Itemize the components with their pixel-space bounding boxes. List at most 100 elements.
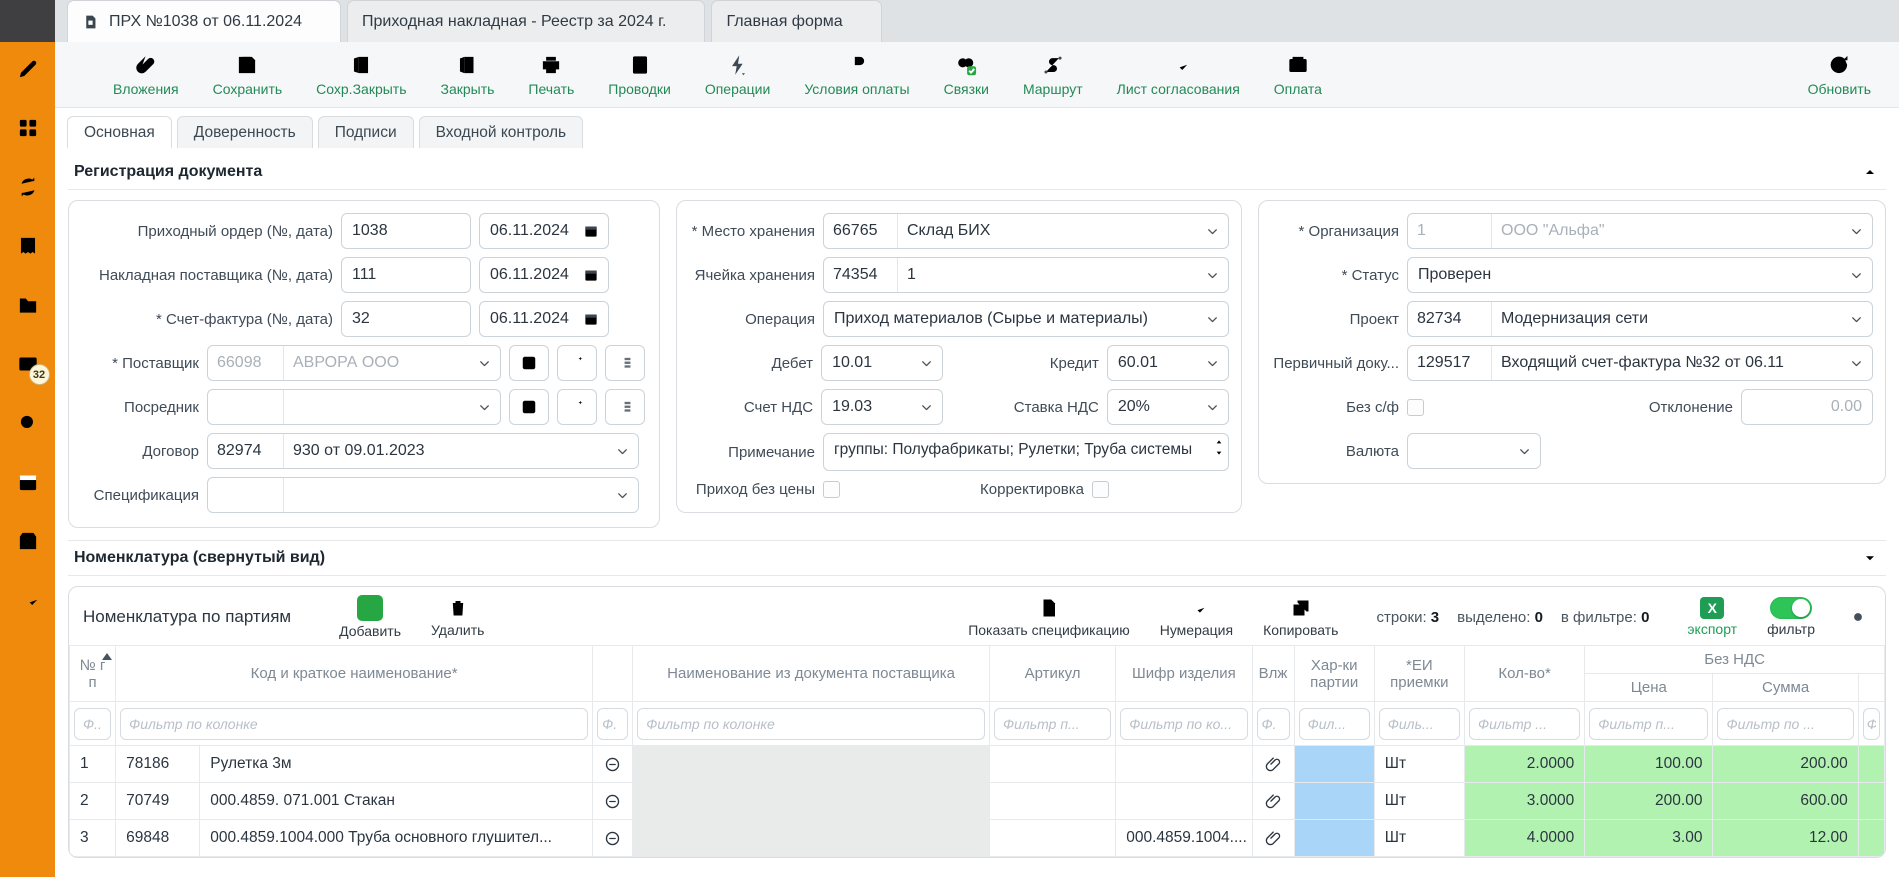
- cell-attach[interactable]: [1252, 783, 1294, 820]
- route-button[interactable]: Маршрут: [1023, 52, 1083, 97]
- nomenclature-section-header[interactable]: Номенклатура (свернутый вид): [68, 540, 1886, 576]
- col-header-attach[interactable]: Влж: [1252, 646, 1294, 702]
- cell-sum[interactable]: 200.00: [1713, 746, 1858, 783]
- note-field[interactable]: группы: Полуфабрикаты; Рулетки; Труба си…: [823, 433, 1229, 471]
- edit-icon[interactable]: [15, 56, 41, 82]
- chevron-down-icon[interactable]: [919, 400, 934, 415]
- filter-link-input[interactable]: [597, 708, 628, 740]
- payment-terms-button[interactable]: Условия оплаты: [804, 52, 909, 97]
- supplier-tree-button[interactable]: [605, 345, 645, 381]
- cell-code[interactable]: 70749: [116, 783, 200, 820]
- calendar-icon[interactable]: [582, 222, 600, 240]
- primary-doc-combo[interactable]: 129517 Входящий счет-фактура №32 от 06.1…: [1407, 345, 1873, 381]
- table-row[interactable]: 3 69848 000.4859.1004.000 Труба основног…: [70, 820, 1885, 857]
- receipt-order-number-field[interactable]: [341, 213, 471, 249]
- scroll-down-icon[interactable]: [1214, 449, 1224, 457]
- chevron-down-icon[interactable]: [615, 444, 630, 459]
- vat-rate-select[interactable]: 20%: [1107, 389, 1229, 425]
- scroll-up-icon[interactable]: [1214, 438, 1224, 446]
- cell-num[interactable]: 3: [70, 820, 116, 857]
- col-header-qty[interactable]: Кол-во*: [1464, 646, 1584, 702]
- intermediary-wizard-button[interactable]: [557, 389, 597, 425]
- cell-product-code[interactable]: [1116, 746, 1252, 783]
- folder-icon[interactable]: [15, 292, 41, 318]
- cell-unit[interactable]: Шт: [1374, 746, 1464, 783]
- cell-price[interactable]: 3.00: [1585, 820, 1713, 857]
- project-combo[interactable]: 82734 Модернизация сети: [1407, 301, 1873, 337]
- cell-qty[interactable]: 2.0000: [1464, 746, 1584, 783]
- copy-button[interactable]: Копировать: [1263, 596, 1338, 638]
- intermediary-open-button[interactable]: [509, 389, 549, 425]
- credit-select[interactable]: 60.01: [1107, 345, 1229, 381]
- filter-extra-input[interactable]: [1863, 708, 1880, 740]
- save-close-button[interactable]: Сохр.Закрыть: [316, 52, 406, 97]
- col-header-sum[interactable]: Сумма: [1713, 674, 1858, 702]
- sync-icon[interactable]: [15, 174, 41, 200]
- operation-select[interactable]: Приход материалов (Сырье и материалы): [823, 301, 1229, 337]
- col-header-product-code[interactable]: Шифр изделия: [1116, 646, 1252, 702]
- collapse-up-icon[interactable]: [1862, 164, 1878, 180]
- close-button[interactable]: Закрыть: [441, 52, 495, 97]
- links-button[interactable]: Связки: [944, 52, 989, 97]
- chevron-down-icon[interactable]: [477, 356, 492, 371]
- storage-cell-combo[interactable]: 74354 1: [823, 257, 1229, 293]
- chevron-down-icon[interactable]: [1205, 312, 1220, 327]
- save-button[interactable]: Сохранить: [213, 52, 283, 97]
- debit-select[interactable]: 10.01: [821, 345, 943, 381]
- cell-qty[interactable]: 3.0000: [1464, 783, 1584, 820]
- cell-price[interactable]: 100.00: [1585, 746, 1713, 783]
- cell-link[interactable]: [593, 820, 633, 857]
- refresh-button[interactable]: Обновить: [1808, 52, 1871, 97]
- chevron-down-icon[interactable]: [1205, 356, 1220, 371]
- tab-document[interactable]: ПРХ №1038 от 06.11.2024: [67, 0, 341, 42]
- cell-unit[interactable]: Шт: [1374, 820, 1464, 857]
- filter-sum-input[interactable]: [1717, 708, 1853, 740]
- collapse-down-icon[interactable]: [1862, 550, 1878, 566]
- chevron-down-icon[interactable]: [477, 400, 492, 415]
- specification-combo[interactable]: [207, 477, 639, 513]
- cell-code[interactable]: 78186: [116, 746, 200, 783]
- supplier-invoice-date-field[interactable]: 06.11.2024: [479, 257, 609, 293]
- cell-batch-char[interactable]: [1294, 746, 1374, 783]
- filter-price-input[interactable]: [1589, 708, 1708, 740]
- receipt-order-date-field[interactable]: 06.11.2024: [479, 213, 609, 249]
- chevron-down-icon[interactable]: [1205, 224, 1220, 239]
- note-scroll-arrows[interactable]: [1214, 438, 1224, 457]
- paperclip-icon[interactable]: [1264, 755, 1283, 774]
- col-header-unit[interactable]: *ЕИ приемки: [1374, 646, 1464, 702]
- cell-product-code[interactable]: [1116, 783, 1252, 820]
- cell-product-code[interactable]: 000.4859.1004....: [1116, 820, 1252, 857]
- cell-name[interactable]: Рулетка 3м: [200, 746, 593, 783]
- no-price-checkbox[interactable]: [823, 481, 840, 498]
- calendar-icon[interactable]: [582, 310, 600, 328]
- table-row[interactable]: 2 70749 000.4859. 071.001 Стакан Шт 3.00…: [70, 783, 1885, 820]
- cell-attach[interactable]: [1252, 820, 1294, 857]
- tab-close-icon[interactable]: [853, 15, 867, 29]
- operations-button[interactable]: Операции: [705, 52, 771, 97]
- link-icon[interactable]: [603, 792, 622, 811]
- cell-batch-char[interactable]: [1294, 783, 1374, 820]
- supplier-invoice-number-field[interactable]: [341, 257, 471, 293]
- vat-account-select[interactable]: 19.03: [821, 389, 943, 425]
- search-icon[interactable]: [15, 410, 41, 436]
- tab-close-icon[interactable]: [312, 15, 326, 29]
- paperclip-icon[interactable]: [1264, 792, 1283, 811]
- cell-batch-char[interactable]: [1294, 820, 1374, 857]
- chevron-down-icon[interactable]: [1849, 224, 1864, 239]
- filter-batch-char-input[interactable]: [1299, 708, 1370, 740]
- correction-checkbox[interactable]: [1092, 481, 1109, 498]
- tab-signatures[interactable]: Подписи: [318, 116, 414, 148]
- calendar-icon[interactable]: [15, 469, 41, 495]
- col-header-batch-char[interactable]: Хар-ки партии: [1294, 646, 1374, 702]
- col-header-price[interactable]: Цена: [1585, 674, 1713, 702]
- receipt-icon[interactable]: [15, 233, 41, 259]
- attachments-button[interactable]: Вложения: [113, 52, 179, 97]
- deviation-field[interactable]: [1741, 389, 1873, 425]
- tab-power-of-attorney[interactable]: Доверенность: [177, 116, 313, 148]
- tab-main[interactable]: Основная: [67, 116, 172, 148]
- chevron-down-icon[interactable]: [615, 488, 630, 503]
- invoice-number-field[interactable]: [341, 301, 471, 337]
- toggle-on-icon[interactable]: [1770, 597, 1812, 619]
- cell-num[interactable]: 1: [70, 746, 116, 783]
- cell-sum[interactable]: 12.00: [1713, 820, 1858, 857]
